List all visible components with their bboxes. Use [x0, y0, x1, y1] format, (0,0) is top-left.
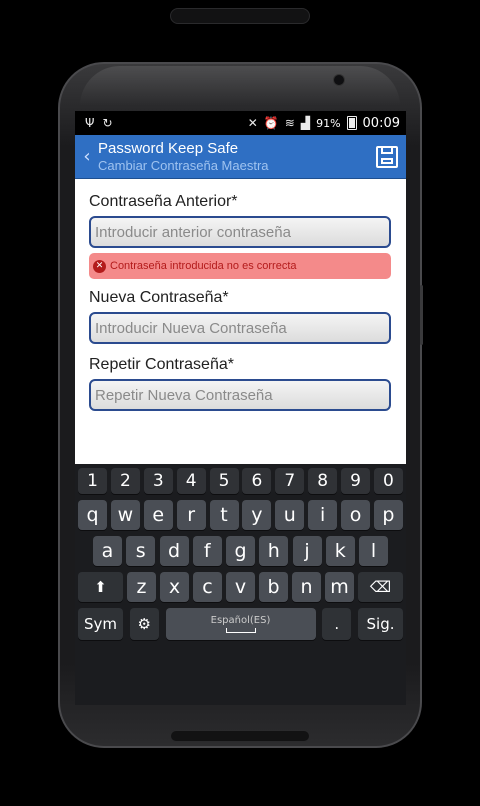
key-7[interactable]: 7: [275, 468, 305, 494]
screen: Ψ ↻ ✕ ⏰ ≋ ▟ 91% 00:09 ‹ Password Keep Sa…: [75, 111, 406, 705]
signal-icon: ▟: [300, 116, 311, 130]
save-icon[interactable]: [376, 145, 398, 168]
key-0[interactable]: 0: [373, 468, 403, 494]
key-9[interactable]: 9: [341, 468, 370, 494]
key-y[interactable]: y: [242, 500, 272, 530]
key-m[interactable]: m: [325, 572, 354, 602]
key-k[interactable]: k: [325, 536, 355, 566]
key-x[interactable]: x: [160, 572, 189, 602]
battery-percent: 91%: [316, 116, 341, 130]
key-w[interactable]: w: [110, 500, 140, 530]
change-password-form: Contraseña Anterior* Introducir anterior…: [75, 179, 406, 411]
battery-icon: [346, 116, 357, 130]
error-text: Contraseña introducida no es correcta: [110, 260, 297, 272]
repeat-password-input[interactable]: Repetir Nueva Contraseña: [89, 379, 391, 411]
key-q[interactable]: q: [78, 500, 107, 530]
key-6[interactable]: 6: [242, 468, 272, 494]
shift-icon: ⬆: [94, 578, 107, 596]
key-z[interactable]: z: [127, 572, 156, 602]
new-password-input[interactable]: Introducir Nueva Contraseña: [89, 312, 391, 344]
repeat-password-label: Repetir Contraseña*: [89, 356, 234, 373]
key-p[interactable]: p: [373, 500, 403, 530]
mute-icon: ✕: [247, 116, 258, 130]
key-r[interactable]: r: [176, 500, 206, 530]
key-v[interactable]: v: [226, 572, 255, 602]
app-title: Password Keep Safe: [98, 140, 239, 157]
key-5[interactable]: 5: [209, 468, 239, 494]
old-password-input[interactable]: Introducir anterior contraseña: [89, 216, 391, 248]
front-camera: [333, 74, 345, 86]
status-bar: Ψ ↻ ✕ ⏰ ≋ ▟ 91% 00:09: [75, 111, 406, 135]
soft-keyboard: 1 2 3 4 5 6 7 8 9 0 q w e r t y u i o p …: [75, 464, 406, 705]
key-c[interactable]: c: [193, 572, 222, 602]
letter-row-3: ⬆ z x c v b n m ⌫: [78, 572, 403, 602]
back-icon[interactable]: ‹: [79, 146, 95, 167]
settings-key[interactable]: ⚙: [129, 608, 159, 640]
key-4[interactable]: 4: [176, 468, 206, 494]
sync-icon: ↻: [102, 116, 113, 130]
next-key[interactable]: Sig.: [358, 608, 403, 640]
error-icon: ✕: [93, 259, 106, 273]
key-3[interactable]: 3: [143, 468, 173, 494]
letter-row-1: q w e r t y u i o p: [78, 500, 403, 530]
backspace-icon: ⌫: [369, 578, 392, 596]
key-1[interactable]: 1: [78, 468, 107, 494]
clock: 00:09: [362, 115, 400, 131]
key-g[interactable]: g: [226, 536, 255, 566]
space-language-label: Español(ES): [210, 615, 271, 626]
key-f[interactable]: f: [192, 536, 222, 566]
key-t[interactable]: t: [209, 500, 239, 530]
title-block[interactable]: Password Keep Safe Cambiar Contraseña Ma…: [98, 140, 269, 173]
shift-key[interactable]: ⬆: [78, 572, 123, 602]
number-row: 1 2 3 4 5 6 7 8 9 0: [78, 468, 403, 494]
error-message: ✕ Contraseña introducida no es correcta: [89, 253, 391, 279]
phone-highlight: [80, 66, 400, 106]
key-s[interactable]: s: [126, 536, 156, 566]
period-key[interactable]: .: [322, 608, 352, 640]
alarm-icon: ⏰: [263, 116, 279, 130]
new-password-label: Nueva Contraseña*: [89, 289, 229, 306]
bottom-row: Sym ⚙ Español(ES) . Sig.: [78, 608, 403, 640]
key-d[interactable]: d: [159, 536, 189, 566]
screen-subtitle: Cambiar Contraseña Maestra: [98, 158, 269, 173]
wifi-icon: ≋: [284, 116, 295, 130]
usb-icon: Ψ: [85, 116, 95, 130]
gear-icon: ⚙: [137, 615, 151, 633]
top-speaker: [170, 8, 310, 24]
action-bar: ‹ Password Keep Safe Cambiar Contraseña …: [75, 135, 406, 179]
key-l[interactable]: l: [359, 536, 388, 566]
key-e[interactable]: e: [143, 500, 173, 530]
key-u[interactable]: u: [275, 500, 305, 530]
old-password-label: Contraseña Anterior*: [89, 193, 238, 210]
key-j[interactable]: j: [292, 536, 322, 566]
key-a[interactable]: a: [93, 536, 122, 566]
key-o[interactable]: o: [341, 500, 370, 530]
key-h[interactable]: h: [259, 536, 289, 566]
power-button: [420, 285, 423, 345]
bottom-speaker: [170, 730, 310, 742]
sym-key[interactable]: Sym: [78, 608, 123, 640]
space-icon: [225, 628, 256, 633]
key-i[interactable]: i: [308, 500, 338, 530]
backspace-key[interactable]: ⌫: [358, 572, 403, 602]
key-2[interactable]: 2: [110, 468, 140, 494]
space-key[interactable]: Español(ES): [165, 608, 316, 640]
letter-row-2: a s d f g h j k l: [78, 536, 403, 566]
key-8[interactable]: 8: [308, 468, 338, 494]
key-b[interactable]: b: [259, 572, 288, 602]
key-n[interactable]: n: [292, 572, 321, 602]
